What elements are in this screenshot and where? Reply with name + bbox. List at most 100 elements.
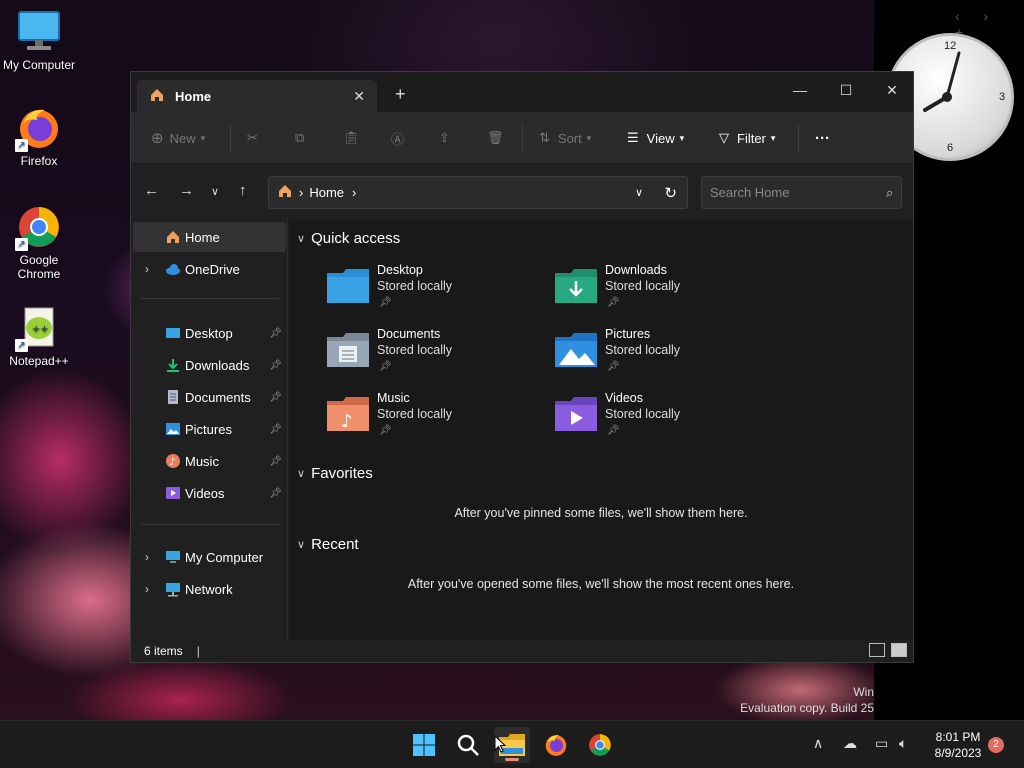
details-view-icon[interactable] xyxy=(869,643,885,657)
sidebar-item-videos[interactable]: Videos 📌︎ xyxy=(133,478,286,508)
home-icon xyxy=(277,183,293,202)
status-bar: 6 items | xyxy=(131,640,913,662)
network-status-icon[interactable]: ▭ xyxy=(875,735,888,752)
quick-access-pictures[interactable]: Pictures Stored locally 📌︎ xyxy=(555,327,755,383)
start-button[interactable] xyxy=(406,727,442,763)
taskbar-clock[interactable]: 8:01 PM 8/9/2023 xyxy=(926,729,990,761)
notification-badge[interactable]: 2 xyxy=(988,737,1004,753)
volume-icon[interactable]: 🔈︎ xyxy=(899,735,907,752)
search-input[interactable] xyxy=(710,185,886,200)
taskbar-chrome[interactable] xyxy=(582,727,618,763)
evaluation-watermark: Win Evaluation copy. Build 25 xyxy=(740,685,874,715)
section-recent[interactable]: ∨ Recent xyxy=(297,536,359,553)
monitor-icon xyxy=(165,549,181,565)
refresh-icon[interactable]: ↻ xyxy=(664,184,677,202)
more-options-button[interactable]: ··· xyxy=(815,126,830,150)
status-separator: | xyxy=(196,644,200,658)
document-icon xyxy=(165,389,181,405)
sidebar-item-downloads[interactable]: Downloads 📌︎ xyxy=(133,350,286,380)
pin-icon: 📌︎ xyxy=(379,361,392,372)
network-icon xyxy=(165,581,181,597)
sidebar-item-desktop[interactable]: Desktop 📌︎ xyxy=(133,318,286,348)
svg-text:♪: ♪ xyxy=(341,411,353,431)
pin-icon[interactable]: 📌︎ xyxy=(269,392,282,403)
sidebar-item-onedrive[interactable]: › OneDrive xyxy=(133,254,286,284)
forward-arrow-icon[interactable]: → xyxy=(179,182,194,199)
copy-button[interactable]: ⧉ xyxy=(295,126,304,150)
section-quick-access[interactable]: ∨ Quick access xyxy=(297,230,400,247)
sidebar-divider xyxy=(141,524,279,525)
breadcrumb-separator-icon: › xyxy=(299,185,304,200)
up-arrow-icon[interactable]: ↑ xyxy=(239,182,247,199)
title-bar[interactable]: Home ✕ + — ☐ ✕ xyxy=(131,72,913,112)
sidebar-item-home[interactable]: Home xyxy=(133,222,286,252)
new-button[interactable]: ⊕ New ▾ xyxy=(151,126,205,150)
picture-icon xyxy=(165,421,181,437)
sidebar-item-my-computer[interactable]: › My Computer xyxy=(133,542,286,572)
section-favorites[interactable]: ∨ Favorites xyxy=(297,465,373,482)
svg-text:++: ++ xyxy=(32,324,49,335)
plus-circle-icon: ⊕ xyxy=(151,130,164,147)
recent-locations-chevron-icon[interactable]: ∨ xyxy=(211,185,219,198)
new-tab-button[interactable]: + xyxy=(395,84,406,105)
recent-empty-message: After you've opened some files, we'll sh… xyxy=(407,577,795,591)
search-box[interactable]: ⌕ xyxy=(701,176,902,209)
shortcut-arrow-icon: ↗ xyxy=(15,339,28,352)
desktop-icon-notepad-plus-plus[interactable]: ++ ↗ Notepad++ xyxy=(1,304,77,368)
desktop-icon-google-chrome[interactable]: ↗ Google Chrome xyxy=(1,203,77,281)
quick-access-documents[interactable]: Documents Stored locally 📌︎ xyxy=(327,327,527,383)
quick-access-music[interactable]: ♪ Music Stored locally 📌︎ xyxy=(327,391,527,447)
home-icon xyxy=(149,87,165,106)
rename-button[interactable]: Ⓐ xyxy=(391,126,404,150)
close-tab-icon[interactable]: ✕ xyxy=(353,88,365,105)
search-button[interactable] xyxy=(450,727,486,763)
minimize-button[interactable]: — xyxy=(777,76,823,104)
view-button[interactable]: ☰ View ▾ xyxy=(627,126,684,150)
pin-icon[interactable]: 📌︎ xyxy=(269,424,282,435)
sidebar-item-pictures[interactable]: Pictures 📌︎ xyxy=(133,414,286,444)
taskbar-date: 8/9/2023 xyxy=(934,746,982,760)
onedrive-offline-icon[interactable]: ☁ xyxy=(843,735,857,752)
pin-icon[interactable]: 📌︎ xyxy=(269,456,282,467)
desktop-icon-firefox[interactable]: ↗ Firefox xyxy=(1,104,77,168)
content-pane: ∨ Quick access Desktop Stored locally 📌︎… xyxy=(289,220,913,640)
paste-button[interactable]: 📋︎ xyxy=(343,126,360,150)
pin-icon[interactable]: 📌︎ xyxy=(269,360,282,371)
desktop-icon-label: Firefox xyxy=(20,154,58,168)
chevron-right-icon[interactable]: › xyxy=(145,262,149,276)
quick-access-downloads[interactable]: Downloads Stored locally 📌︎ xyxy=(555,263,755,319)
pin-icon[interactable]: 📌︎ xyxy=(269,488,282,499)
address-dropdown-icon[interactable]: ∨ xyxy=(635,186,643,199)
breadcrumb-separator-icon[interactable]: › xyxy=(352,185,356,200)
taskbar-firefox[interactable] xyxy=(538,727,574,763)
maximize-button[interactable]: ☐ xyxy=(823,76,869,104)
back-arrow-icon[interactable]: ← xyxy=(144,182,159,199)
pin-icon[interactable]: 📌︎ xyxy=(269,328,282,339)
breadcrumb-home[interactable]: Home xyxy=(309,185,344,200)
taskbar-time: 8:01 PM xyxy=(935,730,981,744)
chevron-down-icon: ∨ xyxy=(297,468,306,480)
chevron-right-icon[interactable]: › xyxy=(145,550,149,564)
cut-button[interactable]: ✂ xyxy=(247,126,258,150)
quick-access-desktop[interactable]: Desktop Stored locally 📌︎ xyxy=(327,263,527,319)
delete-button[interactable]: 🗑︎ xyxy=(487,126,504,150)
share-button[interactable]: ⇪ xyxy=(439,126,450,150)
sort-button[interactable]: ⇅ Sort ▾ xyxy=(539,126,591,150)
firefox-icon xyxy=(545,735,567,756)
address-bar[interactable]: › Home › ∨ ↻ xyxy=(268,176,688,209)
notepad-plus-plus-icon: ++ ↗ xyxy=(15,304,63,352)
sidebar-item-network[interactable]: › Network xyxy=(133,574,286,604)
desktop-icon-label: Notepad++ xyxy=(9,354,69,368)
sidebar-item-music[interactable]: ♪ Music 📌︎ xyxy=(133,446,286,476)
quick-access-videos[interactable]: Videos Stored locally 📌︎ xyxy=(555,391,755,447)
tiles-view-icon[interactable] xyxy=(891,643,907,657)
close-window-button[interactable]: ✕ xyxy=(869,76,915,104)
search-icon[interactable]: ⌕ xyxy=(886,185,893,201)
sidebar-item-documents[interactable]: Documents 📌︎ xyxy=(133,382,286,412)
show-hidden-icons-chevron-icon[interactable]: ∧ xyxy=(813,735,823,752)
desktop-icon-my-computer[interactable]: My Computer xyxy=(1,8,77,72)
chevron-right-icon[interactable]: › xyxy=(145,582,149,596)
tab-home[interactable]: Home ✕ xyxy=(137,80,377,112)
filter-button[interactable]: ▽ Filter ▾ xyxy=(719,126,775,150)
taskbar: ∧ ☁ ▭ 🔈︎ 8:01 PM 8/9/2023 2 xyxy=(0,720,1024,768)
